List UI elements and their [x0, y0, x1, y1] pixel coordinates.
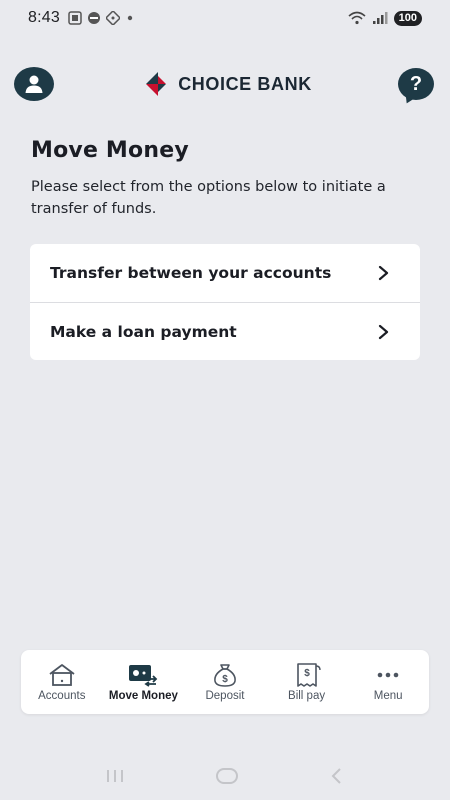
- signal-icon: [372, 12, 388, 24]
- more-dots-icon: [373, 663, 403, 687]
- bill-icon: $: [292, 662, 322, 687]
- notification-icons: [68, 11, 135, 25]
- nav-label: Accounts: [38, 689, 86, 702]
- house-icon: [47, 663, 77, 687]
- nav-menu[interactable]: Menu: [348, 663, 428, 702]
- nav-label: Move Money: [108, 689, 178, 702]
- nav-bill-pay[interactable]: $ Bill pay: [267, 662, 347, 702]
- back-icon[interactable]: [327, 766, 347, 786]
- transfer-between-accounts-option[interactable]: Transfer between your accounts: [30, 244, 420, 302]
- move-money-options: Transfer between your accounts Make a lo…: [30, 244, 420, 360]
- chevron-right-icon: [378, 324, 389, 339]
- system-navigation-bar: [0, 756, 450, 796]
- nav-label: Deposit: [205, 689, 245, 702]
- bottom-navigation: Accounts Move Money $ Deposit $ Bill pay…: [21, 650, 429, 714]
- option-label: Make a loan payment: [50, 322, 237, 341]
- tag-icon: [105, 11, 120, 25]
- dot-icon: [127, 15, 133, 21]
- screenshot-icon: [68, 11, 82, 25]
- svg-text:$: $: [304, 668, 310, 679]
- recent-apps-icon[interactable]: [103, 766, 127, 786]
- chevron-right-icon: [378, 265, 389, 281]
- logo-text: CHOICE BANK: [178, 73, 312, 94]
- bank-logo: CHOICE BANK: [146, 72, 312, 96]
- status-time: 8:43: [28, 9, 60, 26]
- wifi-icon: [348, 11, 366, 25]
- nav-accounts[interactable]: Accounts: [22, 663, 102, 702]
- nav-label: Bill pay: [288, 689, 326, 702]
- help-button[interactable]: ?: [397, 68, 434, 106]
- app-notification-icon: [87, 12, 100, 24]
- page-subtitle: Please select from the options below to …: [31, 179, 386, 217]
- nav-deposit[interactable]: $ Deposit: [185, 663, 265, 702]
- option-label: Transfer between your accounts: [50, 264, 332, 282]
- money-bag-icon: $: [210, 663, 240, 687]
- status-bar: 8:43 100: [0, 0, 450, 36]
- home-icon[interactable]: [214, 766, 240, 786]
- app-header: CHOICE BANK ?: [14, 66, 434, 106]
- svg-text:$: $: [222, 674, 228, 685]
- help-icon: ?: [409, 73, 423, 95]
- user-icon: [25, 75, 43, 93]
- battery-indicator: 100: [393, 10, 422, 26]
- page-title: Move Money: [31, 138, 189, 163]
- profile-button[interactable]: [14, 67, 54, 101]
- status-left: 8:43: [28, 9, 135, 27]
- status-right: 100: [348, 10, 422, 26]
- help-bubble-tail: [402, 94, 416, 106]
- money-transfer-icon: [127, 663, 159, 687]
- nav-label: Menu: [373, 689, 403, 702]
- make-loan-payment-option[interactable]: Make a loan payment: [30, 302, 420, 360]
- logo-mark-icon: [146, 72, 167, 96]
- nav-move-money[interactable]: Move Money: [103, 663, 183, 702]
